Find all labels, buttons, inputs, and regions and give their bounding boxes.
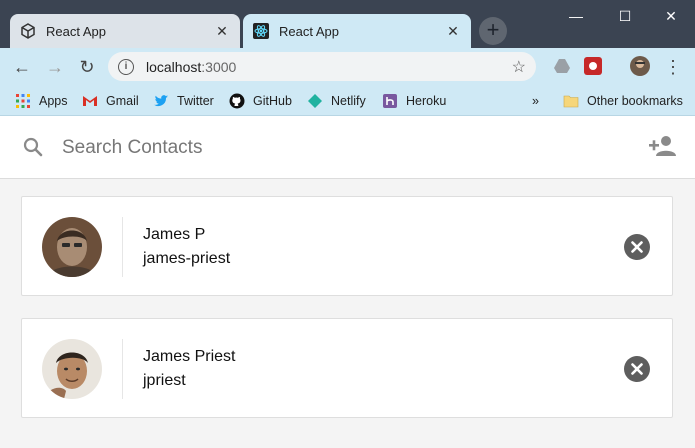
close-circle-icon (631, 241, 643, 253)
contact-name: James P (143, 226, 206, 243)
tab-title: React App (279, 23, 339, 39)
profile-avatar[interactable] (630, 56, 650, 76)
url-text[interactable]: localhost:3000 (146, 59, 512, 75)
close-icon[interactable]: ✕ (445, 23, 461, 40)
add-user-icon[interactable] (648, 134, 678, 158)
bookmark-label: Other bookmarks (587, 94, 683, 108)
close-circle-icon (631, 363, 643, 375)
bookmark-label: Heroku (406, 94, 447, 108)
contact-name: James Priest (143, 348, 236, 365)
github-icon (229, 93, 245, 109)
avatar (42, 339, 102, 399)
search-input[interactable] (60, 132, 624, 164)
bookmark-twitter[interactable]: Twitter (153, 91, 214, 111)
extension-icon[interactable] (584, 57, 602, 75)
back-arrow-icon[interactable]: ← (11, 57, 33, 77)
maximize-button[interactable]: ☐ (611, 6, 639, 26)
divider (122, 217, 123, 277)
search-icon[interactable] (22, 136, 44, 158)
bookmarks-bar: Apps Gmail Twitter GitHub Netlify Heroku… (0, 86, 695, 116)
contact-handle: jpriest (143, 372, 186, 389)
remove-contact-button[interactable] (624, 356, 650, 382)
tab-react-app-1[interactable]: React App ✕ (10, 14, 240, 48)
bookmark-gmail[interactable]: Gmail (82, 91, 139, 111)
address-bar[interactable]: i localhost:3000 ☆ (108, 52, 536, 81)
bookmark-label: Netlify (331, 94, 366, 108)
bookmark-github[interactable]: GitHub (229, 91, 292, 111)
minimize-button[interactable]: — (562, 6, 590, 26)
info-icon[interactable]: i (118, 58, 134, 75)
bookmark-netlify[interactable]: Netlify (307, 91, 366, 111)
reload-icon[interactable]: ↻ (76, 57, 98, 77)
menu-kebab-icon[interactable]: ⋮ (662, 57, 684, 77)
close-icon[interactable]: ✕ (214, 23, 230, 40)
search-bar (0, 116, 695, 179)
folder-icon (563, 93, 579, 109)
netlify-icon (307, 93, 323, 109)
bookmark-other-bookmarks[interactable]: Other bookmarks (563, 91, 683, 111)
bookmark-star-icon[interactable]: ☆ (512, 57, 526, 77)
divider (122, 339, 123, 399)
bookmark-apps[interactable]: Apps (15, 91, 68, 111)
browser-toolbar: ← → ↻ i localhost:3000 ☆ ⋮ (0, 48, 695, 86)
bookmark-label: Gmail (106, 94, 139, 108)
apps-grid-icon (15, 93, 31, 109)
twitter-icon (153, 93, 169, 109)
tab-title: React App (46, 23, 106, 39)
bookmarks-overflow-button[interactable]: » (532, 91, 539, 111)
tab-react-app-2[interactable]: React App ✕ (243, 14, 471, 48)
avatar (42, 217, 102, 277)
bookmark-heroku[interactable]: Heroku (382, 91, 446, 111)
browser-title-bar: React App ✕ React App ✕ + — ☐ ✕ (0, 0, 695, 48)
bookmark-label: Apps (39, 94, 68, 108)
contact-card: James P james-priest (21, 196, 673, 296)
heroku-icon (382, 93, 398, 109)
contact-card: James Priest jpriest (21, 318, 673, 418)
cube-icon (20, 23, 36, 39)
gmail-icon (82, 93, 98, 109)
contact-handle: james-priest (143, 250, 231, 267)
forward-arrow-icon[interactable]: → (44, 57, 66, 77)
bookmark-label: GitHub (253, 94, 292, 108)
bookmark-label: Twitter (177, 94, 214, 108)
drive-icon[interactable] (553, 57, 571, 75)
remove-contact-button[interactable] (624, 234, 650, 260)
react-icon (253, 23, 269, 39)
new-tab-button[interactable]: + (479, 17, 507, 45)
window-close-button[interactable]: ✕ (657, 6, 685, 26)
